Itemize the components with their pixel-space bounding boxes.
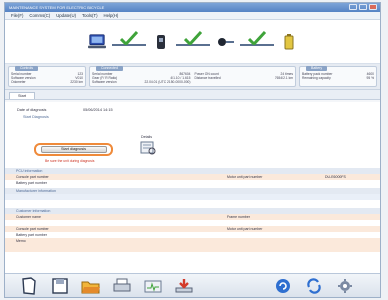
battery-icon <box>280 33 298 51</box>
link-controller-connector <box>175 30 210 49</box>
export-icon[interactable] <box>174 276 194 296</box>
window-title: MAINTENANCE SYSTEM FOR ELECTRIC BICYCLE <box>9 5 105 10</box>
menu-help[interactable]: Help(H) <box>104 13 119 18</box>
minimize-button[interactable] <box>349 4 357 10</box>
field-row: Memo <box>5 238 380 252</box>
battery-caption: Battery <box>306 66 328 71</box>
battery-panel: Battery Battery pack number 4600 Remainin… <box>299 66 377 87</box>
menu-update[interactable]: Update(U) <box>56 13 76 18</box>
details-icon[interactable] <box>140 141 156 155</box>
tab-strip: Start <box>5 90 380 100</box>
diagnose-icon[interactable] <box>143 276 163 296</box>
connected-panel: Connected Serial number 867604 Gear (F/ R… <box>89 66 296 87</box>
connection-status-bar <box>5 20 380 64</box>
controls-caption: Controls <box>15 66 39 71</box>
controls-panel: Controls Serial number 123 Software versi… <box>8 66 86 87</box>
tab-start[interactable]: Start <box>9 92 36 99</box>
window-controls <box>349 4 377 10</box>
pc-icon <box>87 33 106 51</box>
field-row: Battery part number <box>5 180 380 186</box>
info-row: Odometer 2230 km <box>11 80 83 84</box>
save-icon[interactable] <box>50 276 70 296</box>
menu-tools[interactable]: Tools(T) <box>82 13 98 18</box>
settings-icon[interactable] <box>335 276 355 296</box>
print-icon[interactable] <box>112 276 132 296</box>
app-window: MAINTENANCE SYSTEM FOR ELECTRIC BICYCLE … <box>4 2 381 298</box>
link-connector-battery <box>239 30 274 49</box>
diagnosis-warning: Be sure the unit during diagnosis <box>45 159 95 163</box>
start-diagnosis-highlight: Start diagnosis <box>34 143 113 156</box>
menu-comms[interactable]: Comms(C) <box>29 13 50 18</box>
sync-icon[interactable] <box>304 276 324 296</box>
menu-bar: File(F) Comms(C) Update(U) Tools(T) Help… <box>5 12 380 20</box>
start-diagnosis-subtitle: Start Diagnosis <box>23 115 49 119</box>
info-row: Software version 22.04.01 (UTC 2150-0000-… <box>92 80 191 84</box>
check-icon <box>183 30 202 45</box>
title-bar: MAINTENANCE SYSTEM FOR ELECTRIC BICYCLE <box>5 3 380 12</box>
open-folder-icon[interactable] <box>81 276 101 296</box>
check-icon <box>247 30 266 45</box>
device-info-strip: Controls Serial number 123 Software versi… <box>5 64 380 90</box>
date-of-diagnosis-value: 05/06/2014 14:15 <box>83 108 113 112</box>
field-row <box>5 200 380 206</box>
link-pc-controller <box>111 30 146 49</box>
start-diagnosis-button[interactable]: Start diagnosis <box>40 146 107 153</box>
maximize-button[interactable] <box>359 4 367 10</box>
connected-caption: Connected <box>96 66 123 71</box>
controller-icon <box>152 33 170 51</box>
check-icon <box>119 30 138 45</box>
new-icon[interactable] <box>19 276 39 296</box>
bottom-toolbar <box>5 273 380 297</box>
date-of-diagnosis-label: Date of diagnosis <box>17 108 47 112</box>
details-label: Details <box>141 135 152 139</box>
connector-icon <box>216 33 234 51</box>
close-button[interactable] <box>369 4 377 10</box>
menu-file[interactable]: File(F) <box>11 13 23 18</box>
info-row: Remaining capacity 95 % <box>302 76 374 80</box>
info-row: Distance travelled 7654/2.1 km <box>194 76 294 80</box>
refresh-icon[interactable] <box>273 276 293 296</box>
diagnosis-content: Date of diagnosis 05/06/2014 14:15 Start… <box>5 102 380 273</box>
